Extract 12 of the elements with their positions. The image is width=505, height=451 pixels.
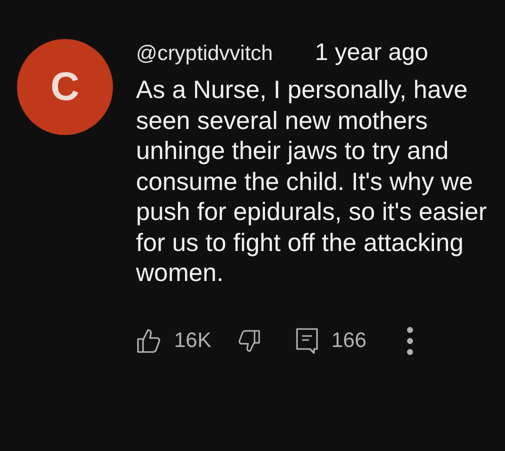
- timestamp: 1 year ago: [314, 39, 428, 67]
- like-button[interactable]: 16K: [136, 328, 212, 354]
- avatar[interactable]: C: [17, 39, 113, 135]
- comment-icon: [295, 326, 320, 354]
- dislike-button[interactable]: [237, 328, 262, 352]
- comment-text: As a Nurse, I personally, have seen several new mothers unhinge their jaws to try and consume the child. It's why we push for epidurals, so it's easier for us to fight off the attacking women.: [136, 75, 488, 288]
- username[interactable]: @cryptidvvitch: [136, 42, 273, 66]
- more-button[interactable]: [406, 326, 414, 356]
- replies-button[interactable]: 166: [295, 326, 366, 354]
- thumbs-down-icon: [237, 328, 262, 352]
- thumbs-up-icon: [136, 328, 162, 354]
- more-icon: [406, 326, 414, 356]
